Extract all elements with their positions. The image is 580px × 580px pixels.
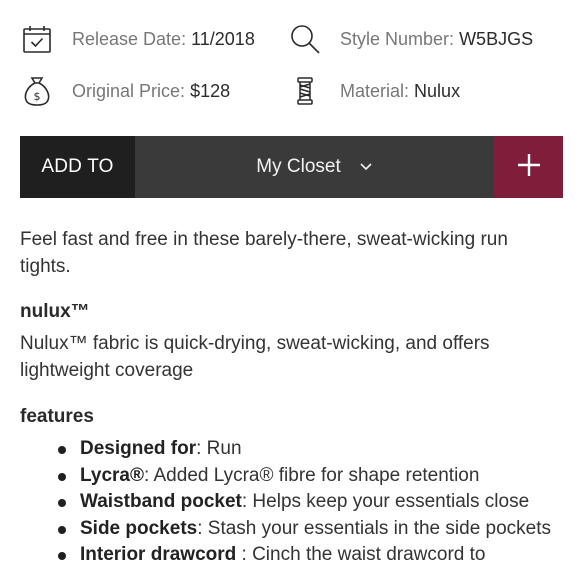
- release-date-text: Release Date: 11/2018: [72, 30, 255, 48]
- release-date-label: Release Date:: [72, 29, 187, 49]
- style-number-text: Style Number: W5BJGS: [340, 30, 533, 48]
- feature-term: Waistband pocket: [80, 491, 242, 512]
- feature-item-designed-for: Designed for: Run: [58, 436, 560, 463]
- style-number-label: Style Number:: [340, 29, 455, 49]
- features-heading: features: [20, 406, 94, 427]
- meta-row-1: Release Date: 11/2018 Style Number: W5BJ…: [0, 19, 580, 59]
- search-icon: [288, 22, 322, 56]
- add-to-closet-bar: ADD TO My Closet: [20, 136, 563, 198]
- closet-dropdown[interactable]: My Closet: [135, 136, 494, 198]
- features-list: Designed for: Run Lycra®: Added Lycra® f…: [20, 436, 560, 569]
- material-text: Material: Nulux: [340, 82, 460, 100]
- original-price-value: $128: [190, 81, 231, 101]
- feature-term: Designed for: [80, 438, 197, 459]
- release-date-item: Release Date: 11/2018: [20, 19, 255, 59]
- feature-item-side-pockets: Side pockets: Stash your essentials in t…: [58, 516, 560, 543]
- feature-item-interior-drawcord: Interior drawcord : Cinch the waist draw…: [58, 542, 560, 569]
- fabric-heading: nulux™: [20, 301, 90, 322]
- feature-text: : Added Lycra® fibre for shape retention: [144, 464, 480, 486]
- feature-item-lycra: Lycra®: Added Lycra® fibre for shape ret…: [58, 463, 560, 490]
- money-bag-icon: $: [20, 74, 54, 108]
- product-details: Feel fast and free in these barely-there…: [20, 226, 560, 569]
- closet-dropdown-label: My Closet: [256, 156, 341, 177]
- feature-item-waistband-pocket: Waistband pocket: Helps keep your essent…: [58, 489, 560, 516]
- original-price-text: Original Price: $128: [72, 82, 230, 100]
- thread-spool-icon: [288, 74, 322, 108]
- feature-term: Side pockets: [80, 517, 198, 539]
- style-number-item: Style Number: W5BJGS: [288, 19, 533, 59]
- feature-term: Interior drawcord: [80, 544, 237, 565]
- release-date-value: 11/2018: [191, 29, 255, 49]
- feature-text: : Cinch the waist drawcord to: [236, 544, 486, 565]
- meta-row-2: $ Original Price: $128 Material: Nulux: [0, 71, 580, 111]
- material-label: Material:: [340, 81, 410, 101]
- calendar-icon: [20, 22, 54, 56]
- add-to-closet-button[interactable]: [494, 136, 563, 198]
- original-price-label: Original Price:: [72, 81, 186, 101]
- chevron-down-icon: [359, 162, 373, 172]
- add-to-label: ADD TO: [20, 136, 135, 198]
- feature-text: : Stash your essentials in the side pock…: [197, 517, 552, 539]
- product-description: Feel fast and free in these barely-there…: [20, 229, 508, 277]
- feature-text: : Run: [196, 438, 242, 459]
- original-price-item: $ Original Price: $128: [20, 71, 230, 111]
- fabric-text: Nulux™ fabric is quick-drying, sweat-wic…: [20, 333, 490, 381]
- feature-text: : Helps keep your essentials close: [241, 491, 530, 512]
- style-number-value: W5BJGS: [459, 29, 534, 49]
- plus-icon: [516, 152, 542, 183]
- material-item: Material: Nulux: [288, 71, 460, 111]
- material-value: Nulux: [414, 81, 461, 101]
- feature-term: Lycra®: [80, 464, 144, 486]
- svg-text:$: $: [34, 90, 41, 103]
